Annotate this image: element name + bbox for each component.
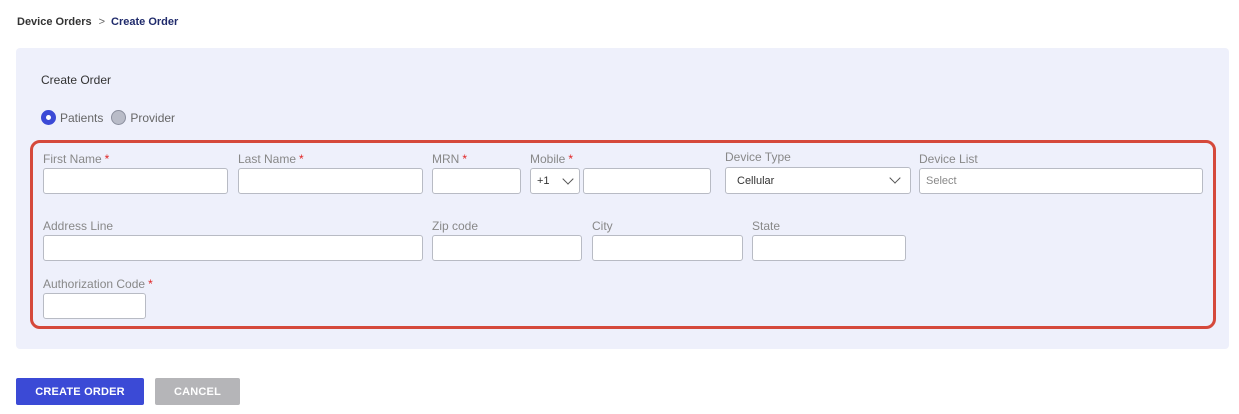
mobile-label: Mobile *	[530, 152, 574, 166]
required-mark: *	[462, 152, 467, 166]
state-label: State	[752, 219, 781, 233]
card-title: Create Order	[41, 73, 112, 87]
device-list-select[interactable]: Select	[919, 168, 1203, 194]
mrn-input[interactable]	[432, 168, 521, 194]
country-code-value: +1	[537, 175, 550, 187]
radio-patients-label: Patients	[60, 110, 104, 125]
breadcrumb: Device Orders > Create Order	[17, 16, 178, 28]
breadcrumb-separator: >	[98, 16, 106, 28]
country-code-select[interactable]: +1	[530, 168, 580, 194]
required-mark: *	[104, 152, 110, 166]
city-input[interactable]	[592, 235, 743, 261]
mrn-label: MRN *	[432, 152, 467, 166]
address-line-input[interactable]	[43, 235, 423, 261]
mobile-input[interactable]	[583, 168, 711, 194]
authorization-code-label: Authorization Code *	[43, 277, 153, 291]
cancel-button[interactable]: CANCEL	[155, 378, 240, 405]
radio-patients-indicator[interactable]	[41, 110, 56, 125]
breadcrumb-current: Create Order	[111, 16, 179, 28]
create-order-button[interactable]: CREATE ORDER	[16, 378, 144, 405]
first-name-label: First Name *	[43, 152, 110, 166]
address-line-label: Address Line	[43, 219, 114, 233]
required-mark: *	[299, 152, 304, 166]
create-order-card: Create Order Patients Provider First Nam…	[16, 48, 1229, 349]
last-name-input[interactable]	[238, 168, 423, 194]
zip-code-input[interactable]	[432, 235, 582, 261]
device-type-value: Cellular	[737, 174, 775, 187]
chevron-down-icon	[889, 172, 901, 184]
last-name-label: Last Name *	[238, 152, 304, 166]
recipient-radio-group: Patients Provider	[41, 110, 183, 125]
radio-patients[interactable]: Patients	[41, 110, 103, 125]
required-mark: *	[568, 152, 574, 166]
radio-provider-label: Provider	[130, 110, 176, 125]
state-input[interactable]	[752, 235, 906, 261]
first-name-input[interactable]	[43, 168, 228, 194]
device-type-select[interactable]: Cellular	[725, 167, 911, 194]
authorization-code-input[interactable]	[43, 293, 146, 319]
chevron-down-icon	[562, 173, 574, 185]
radio-provider[interactable]: Provider	[111, 110, 175, 125]
zip-code-label: Zip code	[432, 219, 479, 233]
device-list-placeholder: Select	[926, 175, 957, 187]
radio-provider-indicator[interactable]	[111, 110, 127, 125]
breadcrumb-device-orders-link[interactable]: Device Orders	[17, 16, 92, 28]
required-mark: *	[148, 277, 153, 291]
device-type-label: Device Type	[725, 150, 791, 164]
city-label: City	[592, 219, 613, 233]
device-list-label: Device List	[919, 152, 978, 166]
